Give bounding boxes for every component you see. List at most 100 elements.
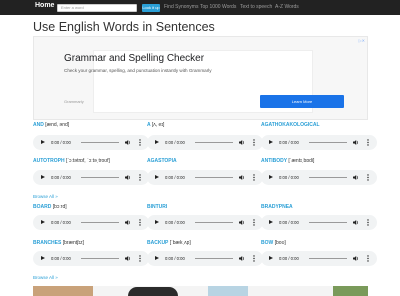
audio-player[interactable]: 0:00 / 0:00: [33, 251, 149, 266]
more-options-icon[interactable]: [139, 219, 141, 226]
volume-icon[interactable]: [125, 175, 131, 180]
audio-player[interactable]: 0:00 / 0:00: [147, 215, 263, 230]
play-icon[interactable]: [41, 140, 45, 144]
browse-all-link[interactable]: Browse All »: [33, 275, 58, 280]
audio-time: 0:00 / 0:00: [279, 175, 299, 180]
more-options-icon[interactable]: [367, 139, 369, 146]
audio-progress-track[interactable]: [309, 258, 347, 259]
audio-progress-track[interactable]: [309, 142, 347, 143]
word-entry: ANTIBODY [ˈæntɪˌbɒdi]: [261, 158, 314, 164]
more-options-icon[interactable]: [139, 255, 141, 262]
audio-progress-track[interactable]: [195, 177, 233, 178]
volume-icon[interactable]: [125, 220, 131, 225]
audio-player[interactable]: 0:00 / 0:00: [261, 170, 377, 185]
word-link[interactable]: BRADYPNEA: [261, 204, 293, 210]
search-input[interactable]: Enter a word: [57, 4, 137, 12]
lookup-button[interactable]: Look it up: [142, 4, 160, 12]
play-icon[interactable]: [269, 220, 273, 224]
word-pronunciation: [ˈæntɪˌbɒdi]: [288, 158, 315, 164]
more-options-icon[interactable]: [367, 255, 369, 262]
ad-banner[interactable]: ▷✕ Grammar and Spelling Checker Check yo…: [33, 36, 368, 120]
volume-icon[interactable]: [239, 256, 245, 261]
more-options-icon[interactable]: [139, 139, 141, 146]
audio-progress-track[interactable]: [81, 177, 119, 178]
word-link[interactable]: ANTIBODY: [261, 158, 287, 164]
audio-time: 0:00 / 0:00: [279, 140, 299, 145]
volume-icon[interactable]: [353, 220, 359, 225]
more-options-icon[interactable]: [139, 174, 141, 181]
volume-icon[interactable]: [353, 140, 359, 145]
play-icon[interactable]: [269, 256, 273, 260]
browse-all-link[interactable]: Browse All »: [33, 194, 58, 199]
word-link[interactable]: BRANCHES: [33, 240, 61, 246]
word-pronunciation: [ˈɔːtətrɒf, ˈɔːtəˌtroʊf]: [65, 158, 110, 164]
audio-progress-track[interactable]: [81, 222, 119, 223]
volume-icon[interactable]: [353, 175, 359, 180]
word-link[interactable]: AGATHOKAKOLOGICAL: [261, 122, 320, 128]
more-options-icon[interactable]: [367, 174, 369, 181]
word-link[interactable]: A: [147, 122, 150, 128]
play-icon[interactable]: [41, 256, 45, 260]
word-link[interactable]: AUTOTROPH: [33, 158, 65, 164]
play-icon[interactable]: [269, 175, 273, 179]
home-link[interactable]: Home: [35, 2, 54, 9]
word-link[interactable]: BOARD: [33, 204, 51, 210]
volume-icon[interactable]: [125, 140, 131, 145]
volume-icon[interactable]: [353, 256, 359, 261]
word-link[interactable]: AGASTOPIA: [147, 158, 177, 164]
word-link[interactable]: BACKUP: [147, 240, 168, 246]
audio-progress-track[interactable]: [195, 142, 233, 143]
nav-link-text-to-speech[interactable]: Text to speech: [240, 4, 272, 10]
audio-player[interactable]: 0:00 / 0:00: [147, 135, 263, 150]
more-options-icon[interactable]: [253, 255, 255, 262]
nav-link-a-z-words[interactable]: A-Z Words: [275, 4, 299, 10]
audio-player[interactable]: 0:00 / 0:00: [261, 215, 377, 230]
word-pronunciation: [bræntʃɪz]: [62, 240, 84, 246]
audio-player[interactable]: 0:00 / 0:00: [33, 215, 149, 230]
play-icon[interactable]: [41, 175, 45, 179]
audio-time: 0:00 / 0:00: [51, 220, 71, 225]
audio-player[interactable]: 0:00 / 0:00: [261, 251, 377, 266]
play-icon[interactable]: [155, 140, 159, 144]
audio-player[interactable]: 0:00 / 0:00: [33, 170, 149, 185]
word-entry: BRADYPNEA: [261, 204, 293, 210]
word-link[interactable]: BOW: [261, 240, 273, 246]
audio-player[interactable]: 0:00 / 0:00: [147, 251, 263, 266]
nav-link-find-synonyms[interactable]: Find Synonyms: [164, 4, 198, 10]
audio-progress-track[interactable]: [309, 222, 347, 223]
audio-player[interactable]: 0:00 / 0:00: [147, 170, 263, 185]
audio-progress-track[interactable]: [81, 142, 119, 143]
word-link[interactable]: AND: [33, 122, 44, 128]
audio-progress-track[interactable]: [195, 258, 233, 259]
audio-time: 0:00 / 0:00: [51, 175, 71, 180]
volume-icon[interactable]: [125, 256, 131, 261]
bottom-ad-image-strip[interactable]: [33, 286, 368, 296]
audio-progress-track[interactable]: [309, 177, 347, 178]
play-icon[interactable]: [155, 220, 159, 224]
ad-title[interactable]: Grammar and Spelling Checker: [64, 53, 204, 64]
more-options-icon[interactable]: [253, 219, 255, 226]
more-options-icon[interactable]: [253, 139, 255, 146]
volume-icon[interactable]: [239, 220, 245, 225]
more-options-icon[interactable]: [253, 174, 255, 181]
ad-image: [333, 286, 368, 296]
play-icon[interactable]: [41, 220, 45, 224]
nav-link-top-1000-words[interactable]: Top 1000 Words: [200, 4, 236, 10]
audio-progress-track[interactable]: [81, 258, 119, 259]
audio-player[interactable]: 0:00 / 0:00: [261, 135, 377, 150]
play-icon[interactable]: [155, 256, 159, 260]
volume-icon[interactable]: [239, 140, 245, 145]
ad-learn-more-button[interactable]: Learn More: [260, 95, 344, 108]
more-options-icon[interactable]: [367, 219, 369, 226]
word-pronunciation: [ʌ, eɪ]: [151, 122, 165, 128]
ad-choices-icon[interactable]: ▷✕: [359, 38, 365, 43]
play-icon[interactable]: [155, 175, 159, 179]
play-icon[interactable]: [269, 140, 273, 144]
audio-progress-track[interactable]: [195, 222, 233, 223]
word-entry: AND [ænd, ənd]: [33, 122, 69, 128]
volume-icon[interactable]: [239, 175, 245, 180]
word-link[interactable]: BINTURI: [147, 204, 167, 210]
word-entry: BRANCHES [bræntʃɪz]: [33, 240, 84, 246]
ad-source: Grammarly: [64, 99, 84, 104]
audio-player[interactable]: 0:00 / 0:00: [33, 135, 149, 150]
